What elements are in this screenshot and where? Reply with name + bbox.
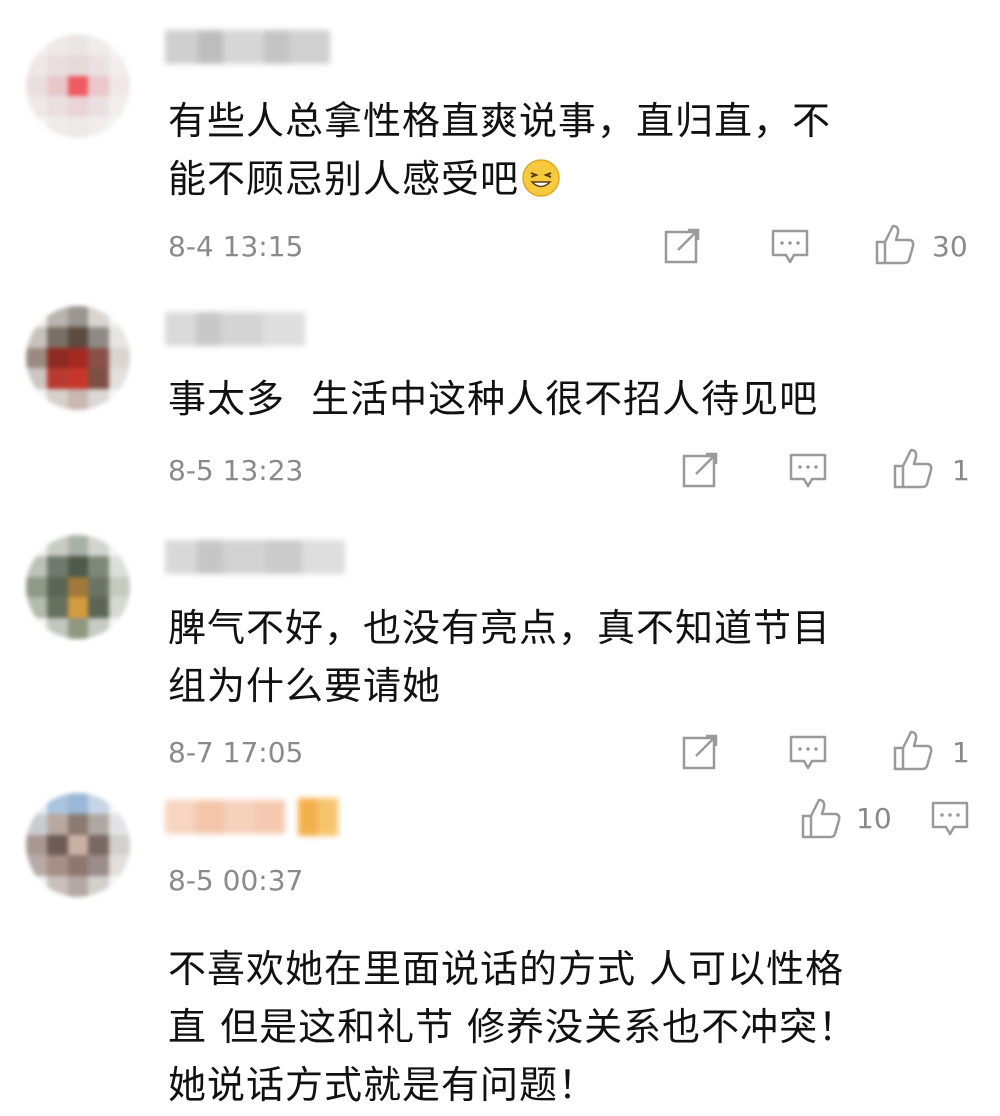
comment-icon[interactable] bbox=[788, 734, 828, 772]
thumbs-up-icon[interactable] bbox=[892, 446, 934, 490]
avatar[interactable] bbox=[26, 34, 130, 138]
timestamp: 8-5 00:37 bbox=[168, 864, 304, 897]
username[interactable] bbox=[165, 312, 305, 346]
comment-icon[interactable] bbox=[770, 228, 810, 266]
comment-text-line: 直 但是这和礼节 修养没关系也不冲突！ bbox=[168, 1005, 858, 1049]
share-icon[interactable] bbox=[664, 228, 702, 264]
comment-text-line: 不喜欢她在里面说话的方式 人可以性格 bbox=[168, 947, 845, 991]
avatar[interactable] bbox=[26, 306, 130, 410]
avatar[interactable] bbox=[26, 793, 130, 897]
like-count: 10 bbox=[856, 802, 892, 835]
comment-text: 有些人总拿性格直爽说事，直归直，不 能不顾忌别人感受吧 bbox=[168, 92, 968, 208]
username[interactable] bbox=[165, 30, 330, 64]
thumbs-up-icon[interactable] bbox=[800, 796, 842, 840]
thumbs-up-icon[interactable] bbox=[892, 728, 934, 772]
comment-text-line: 事太多 生活中这种人很不招人待见吧 bbox=[168, 377, 819, 421]
share-icon[interactable] bbox=[682, 452, 720, 488]
comment-text-line: 组为什么要请她 bbox=[168, 664, 442, 708]
comment-text-line: 她说话方式就是有问题！ bbox=[168, 1063, 598, 1107]
comment-text: 事太多 生活中这种人很不招人待见吧 bbox=[168, 370, 968, 428]
timestamp: 8-5 13:23 bbox=[168, 454, 304, 487]
comment-text-line: 脾气不好，也没有亮点，真不知道节目 bbox=[168, 606, 832, 650]
like-count: 1 bbox=[952, 454, 970, 487]
share-icon[interactable] bbox=[682, 734, 720, 770]
comment-text-line: 能不顾忌别人感受吧 bbox=[168, 150, 968, 208]
comment-text: 脾气不好，也没有亮点，真不知道节目 组为什么要请她 bbox=[168, 599, 968, 715]
vip-badge bbox=[298, 798, 338, 836]
comment-text: 不喜欢她在里面说话的方式 人可以性格 直 但是这和礼节 修养没关系也不冲突！ 她… bbox=[168, 940, 988, 1114]
like-count: 30 bbox=[932, 230, 968, 263]
like-count: 1 bbox=[952, 736, 970, 769]
timestamp: 8-4 13:15 bbox=[168, 230, 304, 263]
thumbs-up-icon[interactable] bbox=[874, 222, 916, 266]
comment-text-line: 有些人总拿性格直爽说事，直归直，不 bbox=[168, 99, 832, 143]
grinning-face-emoji bbox=[522, 159, 560, 197]
comment-icon[interactable] bbox=[930, 800, 970, 838]
comment-icon[interactable] bbox=[788, 452, 828, 490]
avatar[interactable] bbox=[26, 535, 130, 639]
timestamp: 8-7 17:05 bbox=[168, 736, 304, 769]
username[interactable] bbox=[165, 800, 285, 834]
username[interactable] bbox=[165, 540, 345, 574]
